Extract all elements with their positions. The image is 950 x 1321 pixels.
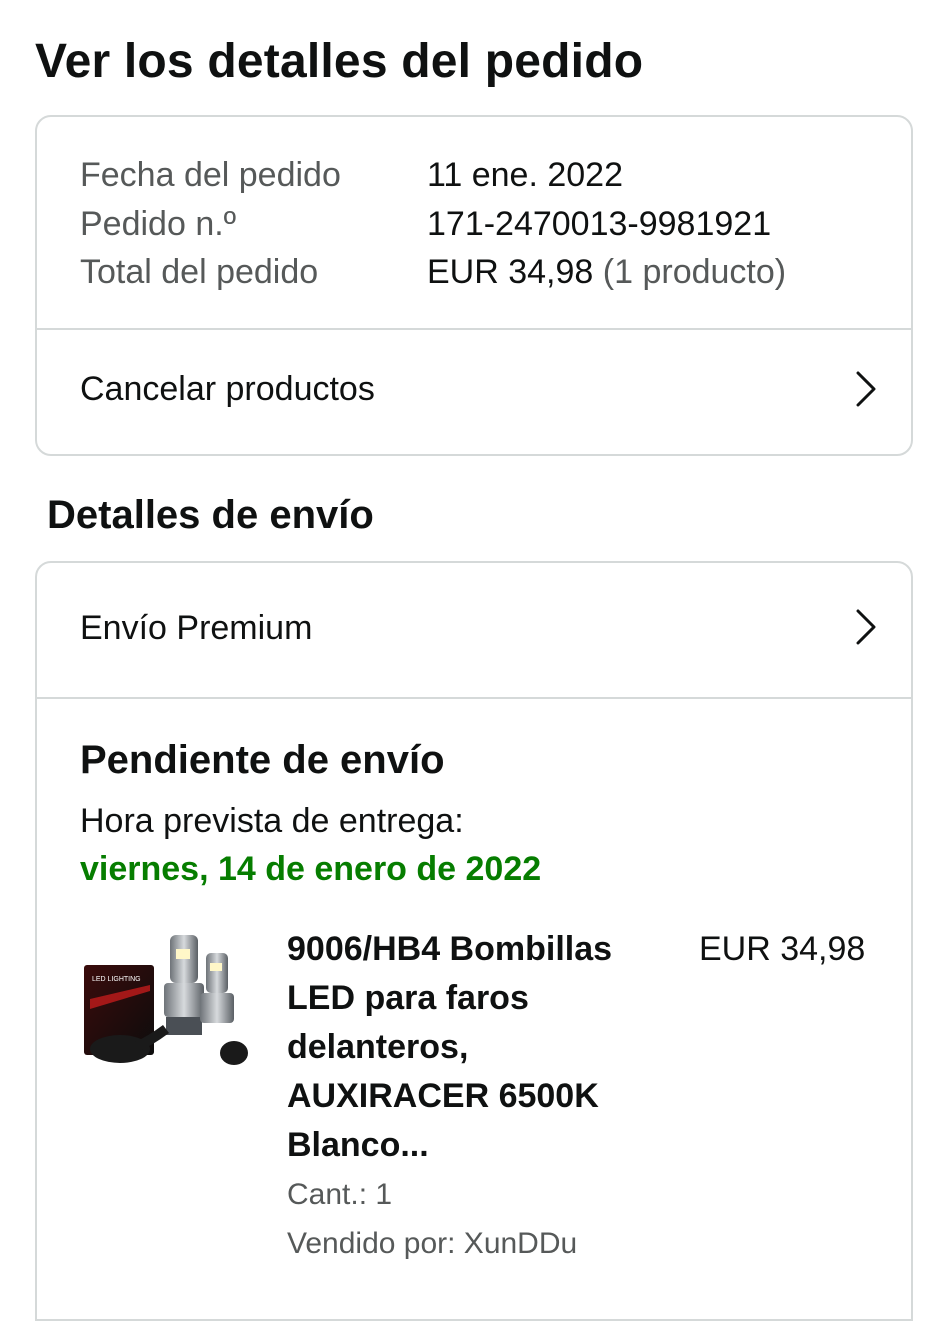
product-logo-text: LED LIGHTING	[92, 976, 141, 983]
product-price: EUR 34,98	[699, 930, 866, 968]
shipping-method-button[interactable]: Envío Premium	[37, 563, 911, 687]
cancel-items-button[interactable]: Cancelar productos	[37, 330, 911, 454]
product-quantity: Cant.: 1	[287, 1178, 393, 1211]
cancel-items-label: Cancelar productos	[80, 370, 375, 408]
order-date-label: Fecha del pedido	[80, 156, 341, 194]
delivery-estimate-date: viernes, 14 de enero de 2022	[80, 850, 542, 888]
order-total-label: Total del pedido	[80, 253, 319, 291]
product-image[interactable]: LED LIGHTING	[80, 929, 250, 1099]
order-number-value: 171-2470013-9981921	[427, 205, 772, 243]
delivery-estimate-label: Hora prevista de entrega:	[80, 802, 464, 840]
shipping-card: Envío Premium Pendiente de envío Hora pr…	[35, 561, 913, 1321]
order-summary-card: Fecha del pedido 11 ene. 2022 Pedido n.º…	[35, 115, 913, 456]
product-seller: Vendido por: XunDDu	[287, 1227, 578, 1260]
chevron-right-icon	[856, 609, 876, 645]
shipping-method-label: Envío Premium	[80, 609, 313, 647]
order-number-label: Pedido n.º	[80, 205, 237, 243]
order-date-value: 11 ene. 2022	[427, 156, 623, 194]
order-total-value: EUR 34,98 (1 producto)	[427, 248, 786, 296]
product-title-link[interactable]: 9006/HB4 Bombillas LED para faros delant…	[287, 925, 667, 1170]
divider	[37, 697, 911, 699]
shipment-status: Pendiente de envío	[80, 738, 445, 782]
shipping-section-title: Detalles de envío	[47, 493, 374, 537]
order-item-count: (1 producto)	[602, 253, 787, 291]
page-title: Ver los detalles del pedido	[35, 35, 644, 88]
order-total-amount: EUR 34,98	[427, 253, 594, 291]
chevron-right-icon	[856, 371, 876, 407]
